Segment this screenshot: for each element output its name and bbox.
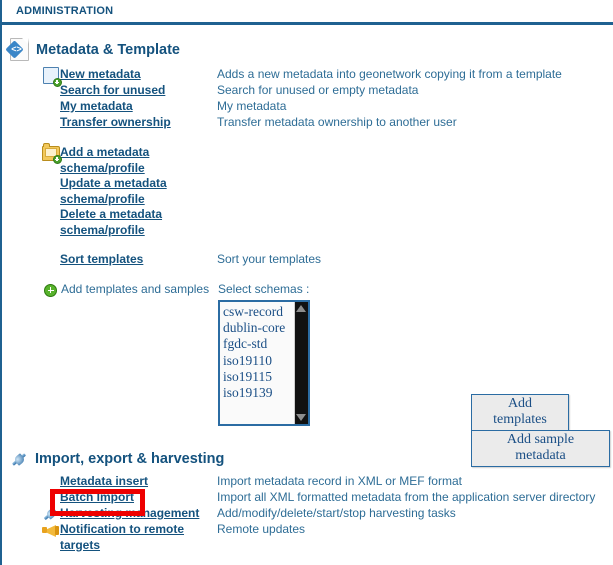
- desc-my-metadata: My metadata: [217, 99, 287, 113]
- section-title: Import, export & harvesting: [35, 451, 225, 467]
- section-header-metadata-template: <> Metadata & Template: [5, 38, 613, 61]
- pin-icon: [10, 450, 28, 468]
- link-add-metadata-schema[interactable]: Add a metadata schema/profile: [60, 145, 149, 175]
- row-update-schema: Update a metadata schema/profile: [10, 176, 613, 207]
- bell-icon: [41, 522, 60, 538]
- template-action-buttons: Add templates Add sample metadata: [471, 394, 610, 467]
- schema-selector: Select schemas : csw-record dublin-core …: [217, 282, 310, 426]
- row-new-metadata: New metadata Adds a new metadata into ge…: [10, 66, 613, 87]
- admin-page: ADMINISTRATION <> Metadata & Template Ne…: [0, 0, 613, 565]
- row-sort-templates: Sort templates Sort your templates: [10, 252, 613, 268]
- row-harvesting-management: Harvesting management Add/modify/delete/…: [10, 506, 613, 522]
- add-sample-metadata-button[interactable]: Add sample metadata: [471, 430, 610, 467]
- section-title: Metadata & Template: [36, 41, 180, 58]
- admin-header: ADMINISTRATION: [2, 0, 613, 25]
- desc-sort-templates: Sort your templates: [217, 252, 322, 266]
- desc-notification-to-remote-targets: Remote updates: [217, 522, 306, 536]
- link-my-metadata[interactable]: My metadata: [60, 99, 133, 113]
- no-icon: [41, 176, 60, 192]
- row-batch-import: Batch Import Import all XML formatted me…: [10, 490, 613, 506]
- desc-transfer-ownership: Transfer metadata ownership to another u…: [217, 115, 457, 129]
- document-code-icon: <>: [5, 38, 29, 61]
- link-sort-templates[interactable]: Sort templates: [60, 252, 143, 266]
- pin-icon: [41, 506, 60, 522]
- row-metadata-insert: Metadata insert Import metadata record i…: [10, 474, 613, 490]
- link-update-metadata-schema[interactable]: Update a metadata schema/profile: [60, 176, 167, 206]
- row-search-for-unused: Search for unused Search for unused or e…: [10, 83, 613, 99]
- link-metadata-insert[interactable]: Metadata insert: [60, 474, 148, 488]
- schema-option[interactable]: iso19139: [223, 385, 294, 401]
- page-plus-icon: [41, 66, 62, 87]
- link-search-for-unused[interactable]: Search for unused: [60, 83, 165, 97]
- schema-option[interactable]: fgdc-std: [223, 336, 294, 352]
- harvesting-links-group: Metadata insert Import metadata record i…: [10, 474, 613, 553]
- add-templates-button[interactable]: Add templates: [471, 394, 569, 431]
- scroll-up-arrow-icon[interactable]: [296, 305, 306, 312]
- row-transfer-ownership: Transfer ownership Transfer metadata own…: [10, 115, 613, 131]
- metadata-links-group-1: New metadata Adds a new metadata into ge…: [10, 66, 613, 131]
- link-harvesting-management[interactable]: Harvesting management: [60, 506, 199, 520]
- schema-option[interactable]: iso19115: [223, 369, 294, 385]
- link-notification-to-remote-targets[interactable]: Notification to remote targets: [60, 522, 184, 552]
- schema-option[interactable]: dublin-core: [223, 320, 294, 336]
- no-icon: [41, 490, 60, 506]
- desc-metadata-insert: Import metadata record in XML or MEF for…: [217, 474, 462, 488]
- link-batch-import[interactable]: Batch Import: [60, 490, 134, 504]
- no-icon: [41, 252, 60, 268]
- no-icon: [41, 474, 60, 490]
- desc-harvesting-management: Add/modify/delete/start/stop harvesting …: [217, 506, 456, 520]
- select-schemas-label: Select schemas :: [218, 282, 310, 296]
- folder-plus-icon: [41, 142, 62, 164]
- schema-options[interactable]: csw-record dublin-core fgdc-std iso19110…: [220, 302, 294, 424]
- section-metadata-template: <> Metadata & Template New metadata Adds…: [2, 38, 613, 467]
- desc-search-for-unused: Search for unused or empty metadata: [217, 83, 419, 97]
- add-templates-and-samples-label: Add templates and samples: [61, 282, 210, 296]
- row-add-schema: Add a metadata schema/profile: [10, 142, 613, 176]
- metadata-links-group-2: Add a metadata schema/profile Update a m…: [10, 142, 613, 238]
- scroll-down-arrow-icon[interactable]: [296, 414, 306, 421]
- no-icon: [41, 99, 60, 115]
- page-title: ADMINISTRATION: [16, 5, 114, 17]
- schema-listbox[interactable]: csw-record dublin-core fgdc-std iso19110…: [218, 300, 310, 426]
- desc-new-metadata: Adds a new metadata into geonetwork copy…: [217, 67, 562, 81]
- link-delete-metadata-schema[interactable]: Delete a metadata schema/profile: [60, 207, 162, 237]
- schema-option[interactable]: iso19110: [223, 353, 294, 369]
- link-new-metadata[interactable]: New metadata: [60, 67, 141, 81]
- desc-batch-import: Import all XML formatted metadata from t…: [217, 490, 596, 504]
- link-transfer-ownership[interactable]: Transfer ownership: [60, 115, 171, 129]
- metadata-links-group-3: Sort templates Sort your templates: [10, 252, 613, 268]
- no-icon: [41, 207, 60, 223]
- row-my-metadata: My metadata My metadata: [10, 99, 613, 115]
- schema-option[interactable]: csw-record: [223, 304, 294, 320]
- row-notification-remote-targets: Notification to remote targets Remote up…: [10, 522, 613, 553]
- row-delete-schema: Delete a metadata schema/profile: [10, 207, 613, 238]
- green-plus-icon: [41, 282, 60, 298]
- no-icon: [41, 115, 60, 131]
- schema-listbox-scrollbar[interactable]: [294, 302, 308, 424]
